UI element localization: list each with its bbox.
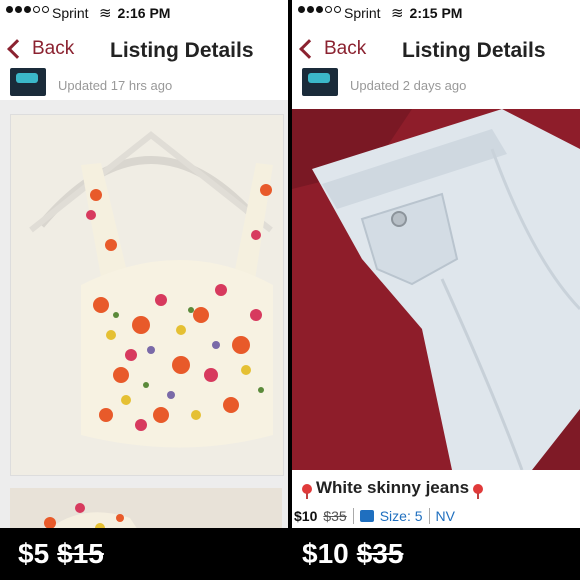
right-price: $10 <box>302 538 349 569</box>
item-info: White skinny jeans $10 $35 Size: 5 NV <box>292 470 580 528</box>
left-price-banner: $5 $15 <box>18 538 104 570</box>
item-title: White skinny jeans <box>316 478 470 497</box>
page-title: Listing Details <box>110 39 254 62</box>
updated-time: Updated 2 days ago <box>350 78 467 93</box>
pin-icon <box>302 483 312 499</box>
seller-row[interactable]: Updated 17 hrs ago <box>0 68 288 100</box>
left-price: $5 <box>18 538 50 569</box>
status-bar: Sprint ≋ 2:15 PM <box>292 0 580 26</box>
item-size-link[interactable]: Size: 5 <box>380 508 423 524</box>
item-brand-link[interactable]: NV <box>436 508 455 524</box>
updated-time: Updated 17 hrs ago <box>58 78 173 93</box>
listing-photo[interactable] <box>10 114 284 476</box>
right-price-banner: $10 $35 <box>302 538 403 570</box>
seller-row[interactable]: Updated 2 days ago <box>292 68 580 100</box>
pin-icon <box>473 483 484 499</box>
item-original-price: $35 <box>323 508 347 524</box>
back-label: Back <box>32 38 75 59</box>
price-footer: $5 $15 $10 $35 <box>0 528 580 580</box>
left-screenshot: Sprint ≋ 2:16 PM Back Listing Details Up… <box>0 0 288 528</box>
divider <box>428 508 430 524</box>
page-title: Listing Details <box>402 39 546 62</box>
status-time: 2:15 PM <box>409 5 463 21</box>
left-original-price: $15 <box>57 538 104 569</box>
size-hanger-icon <box>359 510 374 522</box>
status-time: 2:16 PM <box>117 5 171 21</box>
back-label: Back <box>324 38 367 59</box>
avatar[interactable] <box>302 68 338 96</box>
back-button[interactable]: Back <box>298 38 366 60</box>
back-chevron-icon <box>7 39 27 59</box>
right-screenshot: Sprint ≋ 2:15 PM Back Listing Details Up… <box>292 0 580 528</box>
right-original-price: $35 <box>356 538 404 569</box>
listing-photo[interactable] <box>292 109 580 470</box>
avatar[interactable] <box>10 68 46 96</box>
item-title-row: White skinny jeans <box>298 478 487 499</box>
divider <box>352 508 354 524</box>
listing-photo-secondary[interactable] <box>10 488 282 528</box>
back-chevron-icon <box>299 39 319 59</box>
item-meta: $10 $35 Size: 5 NV <box>294 508 455 524</box>
status-bar: Sprint ≋ 2:16 PM <box>0 0 288 26</box>
photo-area <box>0 100 288 528</box>
back-button[interactable]: Back <box>6 38 74 60</box>
item-price: $10 <box>294 508 318 524</box>
